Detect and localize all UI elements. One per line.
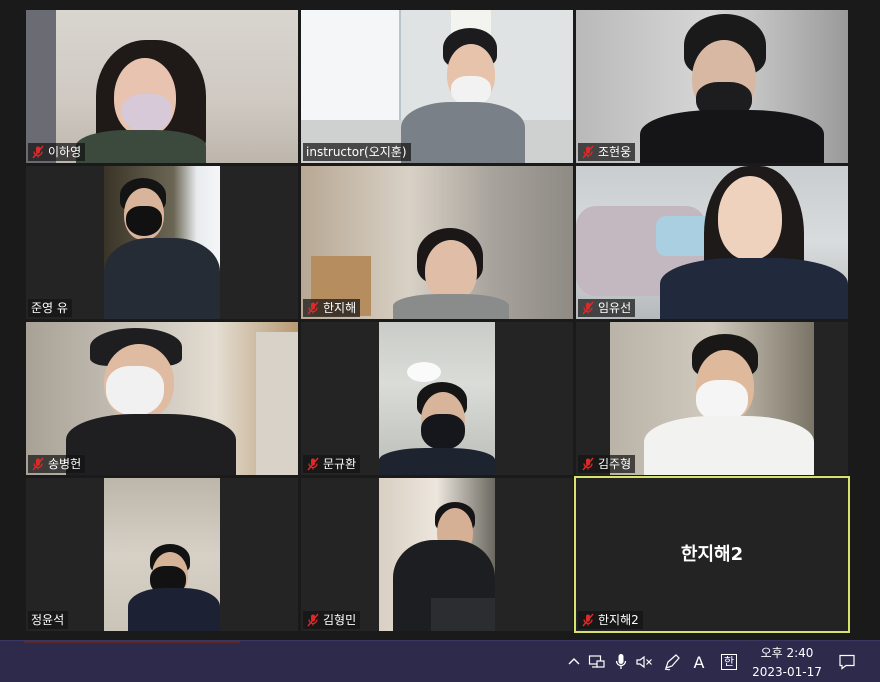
participant-video xyxy=(610,322,814,475)
taskbar-indicator xyxy=(24,641,240,643)
mic-muted-icon xyxy=(581,613,595,627)
ime-label: 한 xyxy=(721,654,737,670)
mic-muted-icon xyxy=(581,457,595,471)
participant-name: 이하영 xyxy=(48,145,82,159)
participant-name: 정윤석 xyxy=(31,613,65,627)
participant-name-tag: 정윤석 xyxy=(28,611,69,629)
participant-name: 한지해 xyxy=(323,301,357,315)
mic-muted-icon xyxy=(306,457,320,471)
participant-tile[interactable]: 이하영 xyxy=(26,10,298,163)
participant-display-name: 한지해2 xyxy=(680,544,744,565)
participant-name-tag: 송병헌 xyxy=(28,455,86,473)
participant-name: 문규환 xyxy=(323,457,357,471)
participant-name: 한지해2 xyxy=(598,613,639,627)
participant-video xyxy=(26,322,298,475)
active-speaker-tile[interactable]: 한지해2 한지해2 xyxy=(574,476,850,633)
participant-video xyxy=(576,166,848,319)
participant-name-tag: 한지해 xyxy=(303,299,361,317)
mic-muted-icon xyxy=(306,301,320,315)
participant-video xyxy=(26,10,298,163)
mic-muted-icon xyxy=(581,301,595,315)
participant-name: 김주형 xyxy=(598,457,632,471)
participant-name: 준영 유 xyxy=(31,301,68,315)
participant-tile[interactable]: 문규환 xyxy=(301,322,573,475)
notification-icon[interactable] xyxy=(837,652,857,672)
participant-name-tag: instructor(오지훈) xyxy=(303,143,411,161)
mic-muted-icon xyxy=(31,457,45,471)
participant-video xyxy=(301,166,573,319)
microphone-icon[interactable] xyxy=(611,652,631,672)
network-icon[interactable] xyxy=(587,652,607,672)
participant-name: 김형민 xyxy=(323,613,357,627)
participant-tile[interactable]: 준영 유 xyxy=(26,166,298,319)
participant-video xyxy=(379,478,495,631)
mic-muted-icon xyxy=(306,613,320,627)
participant-name: instructor(오지훈) xyxy=(306,145,407,159)
participant-name-tag: 김형민 xyxy=(303,611,361,629)
participant-name: 송병헌 xyxy=(48,457,82,471)
chevron-up-icon[interactable] xyxy=(564,652,584,672)
mic-muted-icon xyxy=(31,145,45,159)
participant-tile[interactable]: 한지해 xyxy=(301,166,573,319)
participant-name-tag: 문규환 xyxy=(303,455,361,473)
participant-tile[interactable]: 조현웅 xyxy=(576,10,848,163)
participant-name-tag: 한지해2 xyxy=(578,611,643,629)
clock-date: 2023-01-17 xyxy=(752,665,822,679)
participant-name-tag: 임유선 xyxy=(578,299,636,317)
participant-tile[interactable]: 김형민 xyxy=(301,478,573,631)
font-icon[interactable]: A xyxy=(689,652,709,672)
mic-muted-icon xyxy=(581,145,595,159)
participant-name-tag: 이하영 xyxy=(28,143,86,161)
clock-time: 오후 2:40 xyxy=(760,646,814,660)
participant-name-tag: 준영 유 xyxy=(28,299,72,317)
participant-tile[interactable]: instructor(오지훈) xyxy=(301,10,573,163)
speaker-muted-icon[interactable] xyxy=(634,652,654,672)
participant-tile[interactable]: 정윤석 xyxy=(26,478,298,631)
participant-name-tag: 조현웅 xyxy=(578,143,636,161)
participant-video xyxy=(301,10,573,163)
participant-video xyxy=(576,10,848,163)
participant-video xyxy=(104,166,220,319)
participant-tile[interactable]: 송병헌 xyxy=(26,322,298,475)
video-grid: 이하영 instructor(오지훈) 조현웅 준영 유 한지해 임유선 송병헌… xyxy=(0,0,880,640)
participant-tile[interactable]: 김주형 xyxy=(576,322,848,475)
system-clock[interactable]: 오후 2:40 2023-01-17 xyxy=(748,645,826,681)
windows-taskbar: A 한 오후 2:40 2023-01-17 xyxy=(0,640,880,682)
ime-icon[interactable]: 한 xyxy=(719,652,739,672)
participant-tile[interactable]: 임유선 xyxy=(576,166,848,319)
participant-video xyxy=(379,322,495,475)
participant-name-tag: 김주형 xyxy=(578,455,636,473)
participant-video xyxy=(104,478,220,631)
participant-name: 조현웅 xyxy=(598,145,632,159)
participant-name: 임유선 xyxy=(598,301,632,315)
pen-icon[interactable] xyxy=(662,652,682,672)
